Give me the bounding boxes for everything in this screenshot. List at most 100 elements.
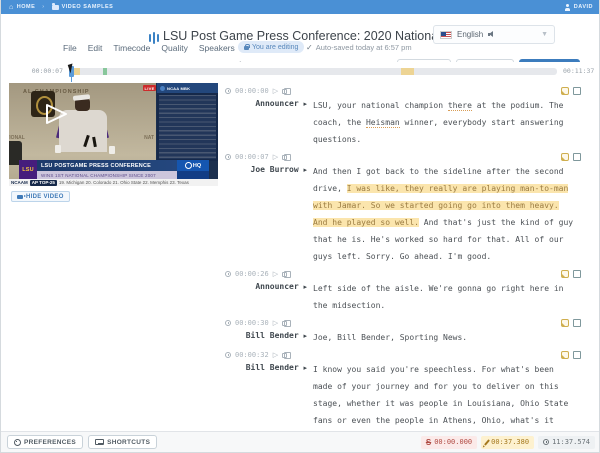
block-timestamp[interactable]: 00:00:00 bbox=[235, 87, 269, 95]
transcript-block: 00:00:32 ▷Bill Bender ▸I know you said yo… bbox=[223, 350, 600, 432]
note-icon[interactable] bbox=[561, 153, 569, 161]
block-checkbox[interactable] bbox=[573, 270, 581, 278]
play-from-here-icon[interactable]: ▷ bbox=[273, 270, 278, 278]
transcript-block: 00:00:07 ▷Joe Burrow ▸And then I got back… bbox=[223, 152, 600, 265]
total-duration-badge: 11:37.574 bbox=[538, 436, 595, 449]
video-player[interactable]: AL CHAMPIONSHIP ATIONAL NAT LIVE NCAA MB… bbox=[9, 83, 218, 186]
block-side-icons bbox=[561, 87, 581, 95]
lower-third-title: LSU POSTGAME PRESS CONFERENCE bbox=[37, 160, 177, 171]
note-icon[interactable] bbox=[561, 319, 569, 327]
block-timestamp[interactable]: 00:00:26 bbox=[235, 270, 269, 278]
footer-bar: PREFERENCES SHORTCUTS S 00:00.000 00:37.… bbox=[1, 431, 600, 452]
speaker-name[interactable]: Announcer ▸ bbox=[223, 96, 307, 148]
speaker-name[interactable]: Bill Bender ▸ bbox=[223, 360, 307, 432]
audio-timeline: 00:00:07 00:11:37 bbox=[1, 62, 600, 80]
strikethrough-time-badge: S 00:00.000 bbox=[421, 436, 477, 449]
transcript-text[interactable]: I know you said you're speechless. For w… bbox=[313, 360, 574, 432]
note-icon[interactable] bbox=[561, 351, 569, 359]
block-meta-row: 00:00:32 ▷ bbox=[223, 350, 600, 360]
audio-speaker-icon bbox=[488, 31, 496, 38]
top-navigation-bar: ⌂HOME›VIDEO SAMPLES DAVID bbox=[1, 0, 600, 14]
clock-icon bbox=[225, 271, 231, 277]
play-from-here-icon[interactable]: ▷ bbox=[273, 351, 278, 359]
clock-icon bbox=[225, 352, 231, 358]
hide-video-button[interactable]: HIDE VIDEO bbox=[11, 191, 70, 202]
block-side-icons bbox=[561, 153, 581, 161]
block-timestamp[interactable]: 00:00:32 bbox=[235, 351, 269, 359]
copy-icon[interactable] bbox=[282, 272, 287, 277]
ticker-chip: AP TOP-25 bbox=[30, 180, 57, 186]
transcript-text[interactable]: Left side of the aisle. We're gonna go r… bbox=[313, 279, 574, 314]
breadcrumb-item[interactable]: HOME bbox=[17, 4, 36, 10]
highlight-segment bbox=[401, 68, 414, 75]
highlight-time-badge: 00:37.380 bbox=[481, 436, 534, 449]
backdrop-text: NAT bbox=[144, 135, 154, 141]
menu-item-speakers[interactable]: Speakers bbox=[199, 43, 235, 53]
note-icon[interactable] bbox=[561, 270, 569, 278]
text-segment[interactable]: I know you said you're speechless. For w… bbox=[313, 365, 568, 432]
block-checkbox[interactable] bbox=[573, 351, 581, 359]
timeline-track[interactable] bbox=[69, 68, 557, 75]
block-meta-row: 00:00:00 ▷ bbox=[223, 86, 600, 96]
transcript-text[interactable]: LSU, your national champion there at the… bbox=[313, 96, 574, 148]
lower-third-subtitle: WINS 1ST NATIONAL CHAMPIONSHIP SINCE 200… bbox=[37, 171, 177, 179]
block-checkbox[interactable] bbox=[573, 319, 581, 327]
text-segment[interactable]: LSU, your national champion bbox=[313, 101, 448, 110]
copy-icon[interactable] bbox=[282, 321, 287, 326]
clock-icon bbox=[225, 320, 231, 326]
low-confidence-word[interactable]: Heisman bbox=[366, 118, 400, 128]
copy-icon[interactable] bbox=[282, 89, 287, 94]
transcript-text[interactable]: Joe, Bill Bender, Sporting News. bbox=[313, 328, 574, 346]
shortcuts-button[interactable]: SHORTCUTS bbox=[88, 435, 157, 449]
lsu-logo: LSU bbox=[19, 160, 37, 179]
play-from-here-icon[interactable]: ▷ bbox=[273, 319, 278, 327]
play-from-here-icon[interactable]: ▷ bbox=[273, 153, 278, 161]
menu-item-file[interactable]: File bbox=[63, 43, 77, 53]
block-side-icons bbox=[561, 270, 581, 278]
total-duration: 11:37.574 bbox=[552, 438, 590, 446]
play-from-here-icon[interactable]: ▷ bbox=[273, 87, 278, 95]
speaker-arrow-icon: ▸ bbox=[303, 283, 307, 291]
menu-item-timecode[interactable]: Timecode bbox=[113, 43, 150, 53]
user-menu[interactable]: DAVID bbox=[564, 4, 593, 11]
us-flag-icon bbox=[440, 31, 452, 39]
block-side-icons bbox=[561, 319, 581, 327]
rankings-rows bbox=[159, 95, 216, 159]
clock-icon bbox=[543, 439, 549, 445]
editing-status-badge: You are editing bbox=[238, 41, 304, 53]
transcript-block: 00:00:30 ▷Bill Bender ▸ Joe, Bill Bender, … bbox=[223, 318, 600, 346]
menu-item-quality[interactable]: Quality bbox=[161, 43, 187, 53]
speaker-name[interactable]: Joe Burrow ▸ bbox=[223, 162, 307, 265]
block-checkbox[interactable] bbox=[573, 153, 581, 161]
copy-icon[interactable] bbox=[282, 353, 287, 358]
copy-icon[interactable] bbox=[282, 155, 287, 160]
transcript-text[interactable]: And then I got back to the sideline afte… bbox=[313, 162, 574, 265]
language-select[interactable]: English ▼ bbox=[433, 25, 555, 44]
chevron-down-icon: ▼ bbox=[541, 31, 548, 38]
block-meta-row: 00:00:30 ▷ bbox=[223, 318, 600, 328]
speaker-name[interactable]: Announcer ▸ bbox=[223, 279, 307, 314]
preferences-button[interactable]: PREFERENCES bbox=[7, 435, 83, 449]
speaker-name[interactable]: Bill Bender ▸ bbox=[223, 328, 307, 346]
pen-icon bbox=[484, 439, 490, 446]
language-label: English bbox=[457, 30, 483, 39]
keyboard-icon bbox=[95, 439, 104, 445]
block-timestamp[interactable]: 00:00:30 bbox=[235, 319, 269, 327]
rankings-header: NCAA MBK bbox=[157, 83, 218, 93]
breadcrumb-item[interactable]: VIDEO SAMPLES bbox=[62, 4, 114, 10]
gear-icon bbox=[14, 439, 21, 446]
menu-item-edit[interactable]: Edit bbox=[88, 43, 103, 53]
transcript-block: 00:00:26 ▷Announcer ▸Left side of the ais… bbox=[223, 269, 600, 314]
text-segment[interactable]: Left side of the aisle. We're gonna go r… bbox=[313, 284, 563, 310]
video-play-overlay-icon[interactable] bbox=[44, 103, 69, 125]
block-checkbox[interactable] bbox=[573, 87, 581, 95]
clock-icon bbox=[225, 88, 231, 94]
clock-icon bbox=[225, 154, 231, 160]
low-confidence-word[interactable]: there bbox=[448, 101, 472, 111]
strikethrough-icon: S bbox=[426, 438, 431, 447]
note-icon[interactable] bbox=[561, 87, 569, 95]
transcript-editor[interactable]: 00:00:00▷Announcer ▸LSU, your national c… bbox=[223, 86, 600, 432]
block-timestamp[interactable]: 00:00:07 bbox=[235, 153, 269, 161]
ticker-text: 19. Michigan 20. Colorado 21. Ohio State… bbox=[59, 180, 189, 185]
text-segment[interactable]: Joe, Bill Bender, Sporting News. bbox=[313, 333, 467, 342]
